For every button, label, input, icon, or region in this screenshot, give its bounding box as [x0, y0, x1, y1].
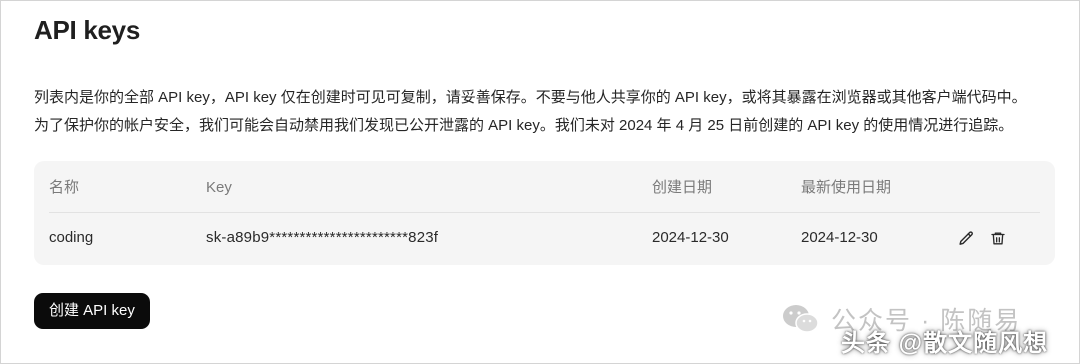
created-date-cell: 2024-12-30 — [652, 229, 729, 246]
pencil-icon — [958, 230, 973, 245]
last-used-date-cell: 2024-12-30 — [801, 229, 878, 246]
column-header-created: 创建日期 — [652, 179, 713, 196]
description-line-2: 为了保护你的帐户安全，我们可能会自动禁用我们发现已公开泄露的 API key。我… — [34, 117, 1014, 134]
api-keys-table: 名称 Key 创建日期 最新使用日期 coding sk-a89b9******… — [34, 161, 1055, 265]
edit-key-button[interactable] — [955, 227, 977, 249]
column-header-key: Key — [206, 179, 232, 196]
delete-key-button[interactable] — [987, 227, 1009, 249]
create-api-key-button[interactable]: 创建 API key — [34, 293, 150, 329]
wechat-icon — [783, 305, 819, 333]
watermark-overlay-text: 头条 @散文随风想 — [841, 330, 1049, 357]
column-header-last-used: 最新使用日期 — [801, 179, 892, 196]
page-title: API keys — [34, 15, 141, 45]
page-description: 列表内是你的全部 API key，API key 仅在创建时可见可复制，请妥善保… — [34, 84, 1064, 140]
trash-icon — [991, 232, 1005, 244]
key-name-cell: coding — [49, 229, 94, 246]
description-line-1: 列表内是你的全部 API key，API key 仅在创建时可见可复制，请妥善保… — [34, 89, 1027, 106]
key-value-cell: sk-a89b9***********************823f — [206, 229, 439, 246]
api-keys-panel: API keys 列表内是你的全部 API key，API key 仅在创建时可… — [0, 0, 1080, 364]
column-header-name: 名称 — [49, 179, 80, 196]
table-row-divider — [49, 212, 1040, 213]
